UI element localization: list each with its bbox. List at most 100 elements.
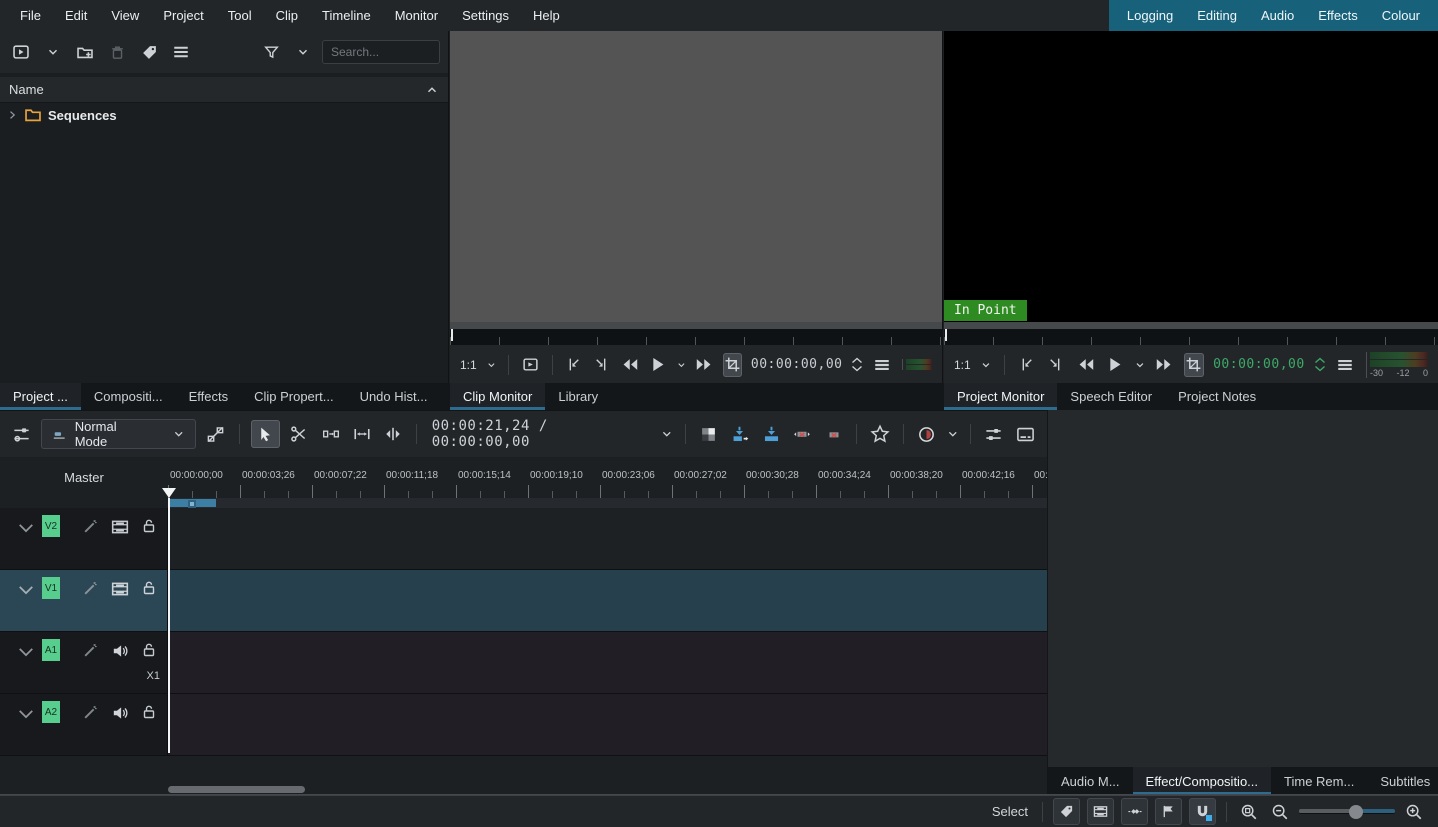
zone-handle[interactable] <box>188 500 196 508</box>
tab-project-monitor[interactable]: Project Monitor <box>944 383 1057 410</box>
show-video-icon[interactable] <box>111 580 129 598</box>
menu-timeline[interactable]: Timeline <box>310 0 383 31</box>
track-head-v1[interactable]: V1 <box>0 570 168 631</box>
show-video-thumbnails-button[interactable] <box>1087 798 1114 825</box>
tab-speech-editor[interactable]: Speech Editor <box>1057 383 1165 410</box>
spacer-tool-button[interactable] <box>319 422 342 446</box>
razor-tool-button[interactable] <box>288 422 311 446</box>
chevron-down-icon[interactable] <box>1134 358 1146 372</box>
workspace-effects[interactable]: Effects <box>1306 0 1370 31</box>
tab-clip-properties[interactable]: Clip Propert... <box>241 383 346 410</box>
set-zone-out-button[interactable] <box>1046 353 1066 377</box>
expand-arrow-icon[interactable] <box>6 109 18 121</box>
clip-monitor-menu-button[interactable] <box>872 353 891 377</box>
show-tags-button[interactable] <box>1053 798 1080 825</box>
filter-button[interactable] <box>258 39 284 65</box>
track-body-v1[interactable] <box>168 570 1047 631</box>
clip-monitor-timecode[interactable]: 00:00:00,00 <box>751 357 843 372</box>
timeline-zone[interactable] <box>170 499 216 507</box>
chevron-down-icon[interactable] <box>16 704 36 724</box>
overwrite-zone-button[interactable] <box>759 422 782 446</box>
lock-icon[interactable] <box>141 518 157 534</box>
tab-clip-monitor[interactable]: Clip Monitor <box>450 383 545 410</box>
menu-tool[interactable]: Tool <box>216 0 264 31</box>
set-zone-in-button[interactable] <box>1016 353 1036 377</box>
show-video-icon[interactable] <box>111 518 129 536</box>
chevron-down-icon[interactable] <box>946 427 960 441</box>
workspace-logging[interactable]: Logging <box>1115 0 1185 31</box>
lock-icon[interactable] <box>141 580 157 596</box>
play-button[interactable] <box>648 353 667 377</box>
chevron-down-icon[interactable] <box>16 518 36 538</box>
tab-undo-history[interactable]: Undo Hist... <box>347 383 441 410</box>
effects-wand-icon[interactable] <box>82 704 99 721</box>
tab-time-remapping[interactable]: Time Rem... <box>1271 767 1367 795</box>
project-timecode-spinner[interactable] <box>1314 357 1326 372</box>
tab-compositions[interactable]: Compositi... <box>81 383 176 410</box>
track-body-a2[interactable] <box>168 694 1047 755</box>
subtitles-button[interactable] <box>1014 422 1037 446</box>
menu-settings[interactable]: Settings <box>450 0 521 31</box>
chevron-down-icon[interactable] <box>16 580 36 600</box>
set-zone-in-button[interactable] <box>565 353 584 377</box>
extract-zone-button[interactable] <box>791 422 814 446</box>
track-head-a1[interactable]: A1 X1 <box>0 632 168 693</box>
favorite-effects-button[interactable] <box>868 422 891 446</box>
timeline-ruler[interactable]: 00:00:00;00 00:00:03;26 00:00:07;22 00:0… <box>168 457 1047 498</box>
show-audio-thumbnails-button[interactable] <box>1121 798 1148 825</box>
edit-mode-dropdown[interactable]: Normal Mode <box>41 419 196 449</box>
filter-dropdown-button[interactable] <box>290 39 316 65</box>
chevron-down-icon[interactable] <box>486 358 497 372</box>
clip-monitor-seek-ruler[interactable] <box>450 329 942 345</box>
tab-subtitles[interactable]: Subtitles <box>1367 767 1438 795</box>
delete-button[interactable] <box>104 39 130 65</box>
menu-clip[interactable]: Clip <box>264 0 310 31</box>
effects-wand-icon[interactable] <box>82 518 99 535</box>
timeline-horizontal-scrollbar[interactable] <box>168 786 305 793</box>
track-body-a1[interactable] <box>168 632 1047 693</box>
slip-tool-button[interactable] <box>381 422 404 446</box>
lock-icon[interactable] <box>141 642 157 658</box>
menu-monitor[interactable]: Monitor <box>383 0 450 31</box>
snap-toggle-button[interactable] <box>1189 798 1216 825</box>
clip-monitor-playhead[interactable] <box>451 329 453 341</box>
tab-project-bin[interactable]: Project ... <box>0 383 81 410</box>
mix-clips-button[interactable] <box>204 422 227 446</box>
bin-name-column-header[interactable]: Name <box>0 77 448 103</box>
ripple-tool-button[interactable] <box>350 422 373 446</box>
zoom-fit-button[interactable] <box>1237 800 1261 824</box>
clip-monitor-zoom-level[interactable]: 1:1 <box>460 358 477 372</box>
audio-mixer-button[interactable] <box>982 422 1005 446</box>
playhead-handle[interactable] <box>162 488 176 498</box>
add-clip-dropdown-button[interactable] <box>40 39 66 65</box>
clip-timecode-spinner[interactable] <box>851 357 863 372</box>
track-head-v2[interactable]: V2 <box>0 508 168 569</box>
tag-button[interactable] <box>136 39 162 65</box>
timeline-zoom-slider[interactable] <box>1299 803 1395 821</box>
speaker-icon[interactable] <box>111 642 129 660</box>
chevron-down-icon[interactable] <box>16 642 36 662</box>
show-markers-button[interactable] <box>1155 798 1182 825</box>
project-monitor-playhead[interactable] <box>945 329 947 341</box>
zoom-in-button[interactable] <box>1402 800 1426 824</box>
forward-button[interactable] <box>1154 353 1174 377</box>
project-monitor-seek-ruler[interactable] <box>944 329 1438 345</box>
timeline-zone-bar[interactable] <box>168 498 1047 508</box>
set-zone-out-button[interactable] <box>592 353 611 377</box>
insert-zone-button[interactable] <box>728 422 751 446</box>
track-head-a2[interactable]: A2 <box>0 694 168 755</box>
create-folder-button[interactable] <box>72 39 98 65</box>
chevron-down-icon[interactable] <box>660 427 674 441</box>
menu-project[interactable]: Project <box>151 0 215 31</box>
workspace-editing[interactable]: Editing <box>1185 0 1249 31</box>
tab-effect-composition-stack[interactable]: Effect/Compositio... <box>1133 767 1271 795</box>
zone-mode-button[interactable] <box>1184 353 1204 377</box>
timeline-position-timecode[interactable]: 00:00:21,24 / 00:00:00,00 <box>432 418 649 450</box>
menu-view[interactable]: View <box>99 0 151 31</box>
tab-audio-mixer[interactable]: Audio M... <box>1048 767 1133 795</box>
monitor-overlay-button[interactable] <box>521 353 540 377</box>
master-track-header[interactable]: Master <box>0 457 168 498</box>
tab-effects[interactable]: Effects <box>176 383 242 410</box>
tab-project-notes[interactable]: Project Notes <box>1165 383 1269 410</box>
record-button[interactable] <box>914 422 937 446</box>
